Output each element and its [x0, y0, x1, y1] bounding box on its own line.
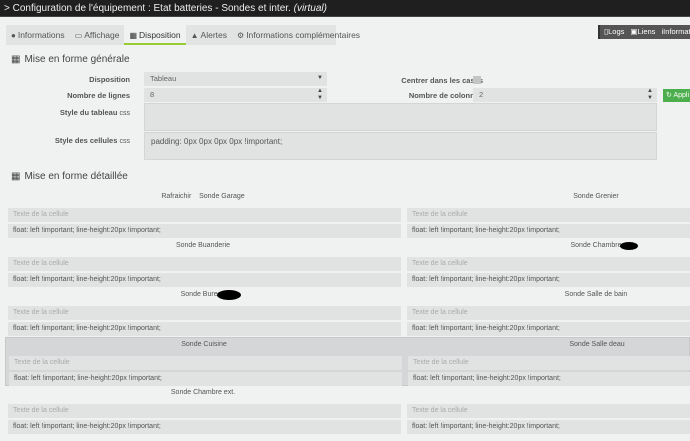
button-label: Appli — [673, 92, 690, 99]
cell-text-input[interactable]: Texte de la cellule — [8, 257, 401, 271]
label-text: Style du tableau — [59, 108, 118, 117]
chevron-down-icon: ▼ — [317, 75, 323, 81]
top-button-group: ▯Logs ▣Liens iInformat — [598, 25, 690, 39]
cell-text-input[interactable]: Texte de la cellule — [407, 404, 690, 418]
cell-style-textarea[interactable]: padding: 0px 0px 0px 0px !important; — [144, 132, 657, 160]
cell-style-input[interactable]: float: left !important; line-height:20px… — [8, 273, 401, 287]
css-hint: css — [119, 110, 131, 117]
redaction-mark — [217, 290, 241, 300]
cell-text-input[interactable]: Texte de la cellule — [8, 208, 401, 222]
cell-text-input[interactable]: Texte de la cellule — [8, 404, 401, 418]
tab-label: Informations — [17, 30, 65, 40]
cell-style-input[interactable]: float: left !important; line-height:20px… — [407, 420, 690, 434]
cell-header-left: Sonde Chambre ext. — [170, 389, 236, 396]
css-hint: css — [119, 138, 131, 145]
cell-header-right: Sonde Salle deau — [569, 341, 625, 348]
tab-label: Affichage — [84, 30, 120, 40]
cell-header-left: Sonde Buanderie — [175, 242, 231, 249]
table-row: Rafraichir Sonde Garage Sonde Grenier Te… — [5, 190, 690, 239]
tab-label: Disposition — [139, 30, 181, 40]
heading-text: Mise en forme détaillée — [24, 171, 128, 182]
links-icon: ▣ — [630, 27, 638, 36]
tab-informations[interactable]: ● Informations — [6, 25, 70, 45]
cell-header-left: Sonde Bureau — [180, 291, 226, 298]
cell-style-input[interactable]: float: left !important; line-height:20px… — [9, 372, 402, 386]
liens-button[interactable]: ▣Liens — [630, 25, 655, 39]
tab-disposition[interactable]: ▦ Disposition — [124, 25, 186, 45]
warning-icon: ▲ — [190, 31, 199, 40]
tab-alertes[interactable]: ▲ Alertes — [186, 25, 232, 45]
select-value: Tableau — [150, 74, 177, 83]
redaction-mark — [620, 242, 638, 250]
information-button[interactable]: iInformat — [661, 25, 690, 39]
table-row: Sonde Cuisine Sonde Salle deau Texte de … — [5, 337, 690, 386]
cell-style-input[interactable]: float: left !important; line-height:20px… — [407, 273, 690, 287]
tab-affichage[interactable]: ▭ Affichage — [70, 25, 125, 45]
section-heading-general: ▦ Mise en forme générale — [11, 54, 130, 65]
monitor-icon: ▭ — [74, 31, 83, 40]
refresh-icon: ↻ — [666, 92, 672, 99]
cell-text-input[interactable]: Texte de la cellule — [407, 257, 690, 271]
title-suffix: (virtual) — [293, 3, 327, 14]
cell-text-input[interactable]: Texte de la cellule — [9, 356, 402, 370]
grid-icon: ▦ — [11, 171, 21, 182]
cell-header-right: Sonde Chambre — [570, 242, 622, 249]
table-icon: ▦ — [11, 54, 21, 65]
table-row: Sonde Bureau Sonde Salle de bain Texte d… — [5, 288, 690, 337]
section-heading-detail: ▦ Mise en forme détaillée — [11, 171, 128, 182]
button-label: Liens — [637, 27, 656, 36]
button-label: Informat — [663, 27, 690, 36]
disposition-label: Disposition — [89, 75, 130, 84]
info-circle-icon: ● — [11, 31, 16, 40]
table-style-label: Style du tableau css — [0, 108, 130, 117]
cogs-icon: ⚙ — [237, 31, 245, 40]
columns-label: Nombre de colonnes — [408, 91, 483, 100]
disposition-select[interactable]: Tableau ▼ — [144, 72, 327, 86]
cell-text-input[interactable]: Texte de la cellule — [407, 306, 690, 320]
apply-button[interactable]: ↻ Appli — [663, 89, 690, 102]
title-text: Configuration de l'équipement : Etat bat… — [12, 3, 291, 14]
lines-input[interactable]: 8 ▲ ▼ — [144, 88, 327, 102]
cell-header-left: Rafraichir Sonde Garage — [161, 193, 245, 200]
button-label: Logs — [608, 27, 625, 36]
logs-button[interactable]: ▯Logs — [604, 25, 624, 39]
table-style-textarea[interactable] — [144, 103, 657, 131]
input-value: 8 — [150, 90, 155, 99]
cell-header-left: Sonde Cuisine — [181, 341, 227, 348]
tab-label: Informations complémentaires — [246, 30, 361, 40]
lines-label: Nombre de lignes — [67, 91, 130, 100]
window-title: > Configuration de l'équipement : Etat b… — [0, 0, 690, 17]
cell-style-input[interactable]: float: left !important; line-height:20px… — [8, 224, 401, 238]
cell-style-input[interactable]: float: left !important; line-height:20px… — [8, 420, 401, 434]
center-checkbox[interactable] — [473, 76, 481, 84]
tab-informations-complementaires[interactable]: ⚙ Informations complémentaires — [232, 25, 365, 45]
label-text: Style des cellules — [54, 136, 118, 145]
cell-style-input[interactable]: float: left !important; line-height:20px… — [408, 372, 690, 386]
cell-style-label: Style des cellules css — [0, 136, 130, 145]
cell-style-input[interactable]: float: left !important; line-height:20px… — [407, 224, 690, 238]
heading-text: Mise en forme générale — [24, 54, 130, 65]
spinner-icon[interactable]: ▲ ▼ — [647, 88, 653, 102]
tab-bar: ● Informations ▭ Affichage ▦ Disposition ▲ A… — [6, 25, 360, 45]
cell-text-input[interactable]: Texte de la cellule — [408, 356, 690, 370]
input-value: 2 — [479, 90, 484, 99]
center-label: Centrer dans les cases — [401, 76, 483, 85]
cell-style-input[interactable]: float: left !important; line-height:20px… — [8, 322, 401, 336]
table-row: Sonde Buanderie Sonde Chambre Texte de l… — [5, 239, 690, 288]
cell-text-input[interactable]: Texte de la cellule — [407, 208, 690, 222]
spinner-icon[interactable]: ▲ ▼ — [317, 88, 323, 102]
table-row: Sonde Chambre ext. Texte de la cellule f… — [5, 386, 690, 435]
cell-style-input[interactable]: float: left !important; line-height:20px… — [407, 322, 690, 336]
grid-icon: ▦ — [129, 31, 138, 40]
cell-header-right: Sonde Salle de bain — [564, 291, 628, 298]
tab-label: Alertes — [200, 30, 228, 40]
columns-input[interactable]: 2 ▲ ▼ — [473, 88, 657, 102]
cell-header-right: Sonde Grenier — [573, 193, 619, 200]
cell-text-input[interactable]: Texte de la cellule — [8, 306, 401, 320]
